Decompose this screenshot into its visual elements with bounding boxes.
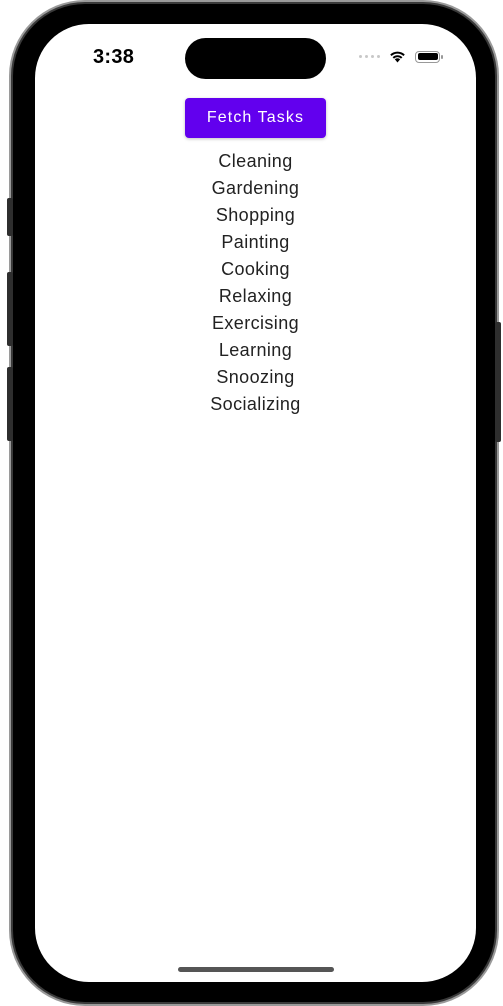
task-list: Cleaning Gardening Shopping Painting Coo…	[35, 148, 476, 418]
home-indicator[interactable]	[178, 967, 334, 972]
power-button	[495, 322, 501, 442]
status-icons	[359, 50, 443, 63]
volume-up-button	[7, 272, 13, 346]
list-item: Shopping	[215, 205, 296, 225]
screen: 3:38 Fetch Tasks Cleaning Gardening Shop…	[35, 24, 476, 982]
list-item: Relaxing	[218, 286, 293, 306]
battery-icon	[415, 50, 443, 63]
status-time: 3:38	[93, 46, 135, 68]
list-item: Socializing	[210, 394, 301, 414]
wifi-icon	[390, 51, 405, 63]
list-item: Exercising	[211, 313, 300, 333]
mute-switch	[7, 198, 13, 236]
volume-down-button	[7, 367, 13, 441]
list-item: Snoozing	[216, 367, 295, 387]
list-item: Painting	[221, 232, 290, 252]
list-item: Cleaning	[218, 151, 293, 171]
dynamic-island	[185, 38, 326, 79]
list-item: Cooking	[221, 259, 290, 279]
list-item: Learning	[218, 340, 293, 360]
signal-dots-icon	[359, 55, 380, 58]
list-item: Gardening	[211, 178, 300, 198]
fetch-tasks-button[interactable]: Fetch Tasks	[185, 98, 326, 138]
